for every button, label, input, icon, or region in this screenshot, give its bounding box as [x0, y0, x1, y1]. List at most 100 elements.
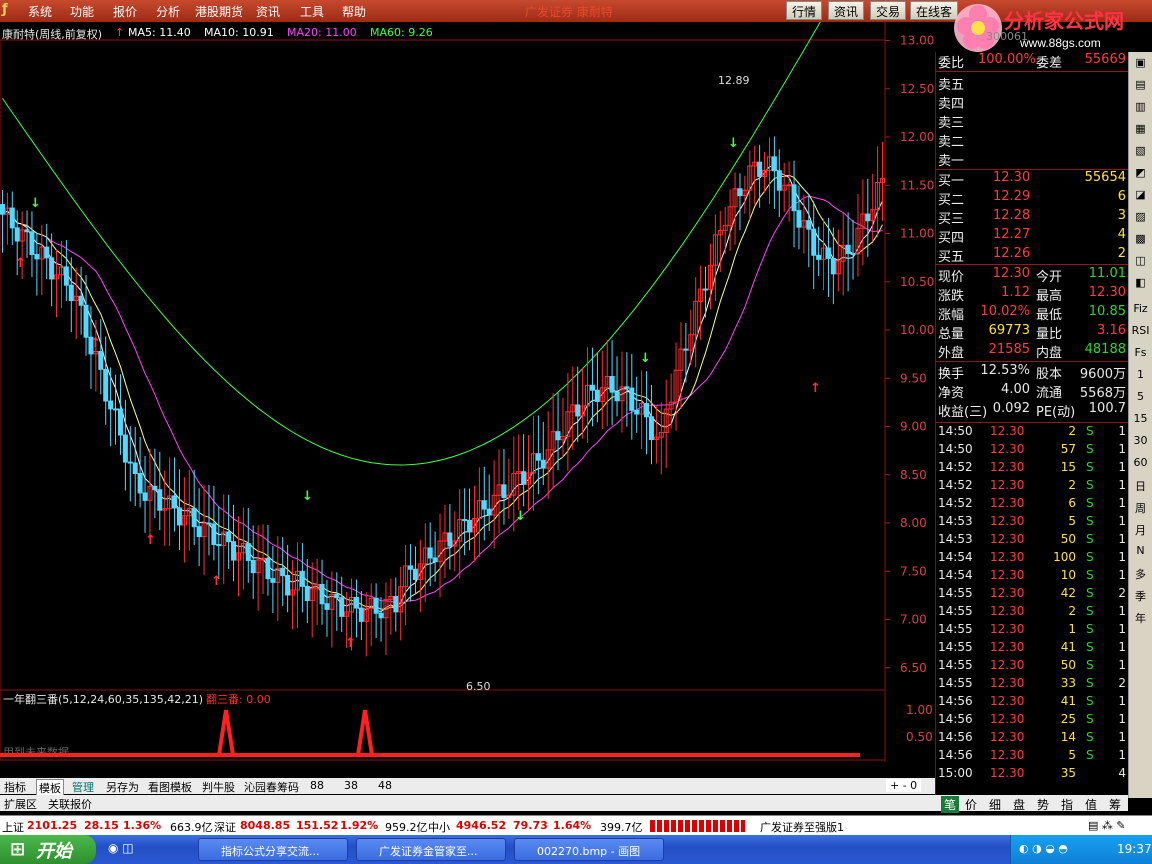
task-paint[interactable]: 002270.bmp - 画图	[514, 838, 664, 861]
stat-value: 21585	[988, 342, 1030, 357]
toolbar-tool-icon[interactable]: ▨	[1131, 210, 1150, 228]
toolbar-period-button[interactable]: Fs	[1131, 346, 1150, 364]
indicator-tab[interactable]: 沁园春筹码	[242, 779, 301, 795]
toolbar-period-button[interactable]: 5	[1131, 390, 1150, 408]
candle-body	[68, 284, 74, 302]
indicator-tab[interactable]: 判牛股	[200, 779, 237, 795]
toolbar-tool-icon[interactable]: ◧	[1131, 276, 1150, 294]
toolbar-period-button[interactable]: 30	[1131, 434, 1150, 452]
toolbar-tool-icon[interactable]: ◩	[1131, 166, 1150, 184]
toolbar-tool-icon[interactable]: ◪	[1131, 188, 1150, 206]
buy-row[interactable]: 买三 12.28 3	[938, 208, 1128, 227]
right-panel-tab[interactable]: 指	[1061, 796, 1073, 813]
indicator-tab[interactable]: 48	[376, 779, 394, 792]
right-panel-tab[interactable]: 势	[1037, 796, 1049, 813]
toolbar-tool-icon[interactable]: ▣	[1131, 56, 1150, 74]
right-panel-tab[interactable]: 价	[965, 796, 977, 813]
buy-volume: 3	[1117, 208, 1126, 223]
right-panel-tab[interactable]: 笔	[941, 796, 960, 813]
toolbar-tool-icon[interactable]: ▦	[1131, 122, 1150, 140]
indicator-tab[interactable]: 38	[342, 779, 360, 792]
indicator-tab[interactable]: 指标	[2, 779, 28, 795]
candle-body	[535, 453, 541, 461]
tray-icons[interactable]: ◐ ◑ ◒ ◓	[1019, 842, 1068, 855]
tick-time: 14:55	[938, 640, 973, 654]
tick-price: 12.30	[990, 622, 1025, 636]
price-tick-label: 7.50	[900, 564, 927, 578]
weibi-label: 委比	[938, 56, 965, 71]
toolbar-tool-icon[interactable]: ◫	[1131, 254, 1150, 272]
candle-body	[122, 434, 128, 463]
tick-count: 1	[1118, 478, 1126, 492]
buy-price: 12.30	[993, 170, 1031, 185]
tick-side: S	[1086, 586, 1094, 600]
toolbar-tool-icon[interactable]: ▥	[1131, 100, 1150, 118]
tick-row: 14:54 12.30 100 S 1	[938, 550, 1128, 568]
toolbar-period-button[interactable]: 60	[1131, 456, 1150, 474]
toolbar-period-button[interactable]: 多	[1131, 566, 1150, 584]
candle-body	[113, 408, 119, 411]
candle-body	[462, 519, 468, 522]
tick-count: 1	[1118, 568, 1126, 582]
extension-tab[interactable]: 关联报价	[46, 796, 94, 812]
toolbar-period-button[interactable]: 月	[1131, 522, 1150, 540]
right-panel-tab[interactable]: 盘	[1013, 796, 1025, 813]
sz-change: 151.52	[296, 819, 339, 832]
tick-price: 12.30	[990, 604, 1025, 618]
toolbar-tool-icon[interactable]: ▤	[1131, 78, 1150, 96]
price-tick-label: 11.50	[900, 178, 934, 192]
signal-arrow-icon: ↑	[90, 336, 101, 351]
buy-volume: 55654	[1084, 170, 1126, 185]
tick-price: 12.30	[990, 748, 1025, 762]
indicator-tab[interactable]: 管理	[70, 779, 96, 795]
start-button[interactable]: ⊞ 开始	[0, 835, 96, 864]
tick-row: 14:50 12.30 57 S 1	[938, 442, 1128, 460]
indicator-tab[interactable]: 看图模板	[146, 779, 194, 795]
candle-body	[850, 252, 856, 255]
right-toolbar: ▣ ▤ ▥ ▦ ▧ ◩ ◪ ▨ ▩ ◫ ◧ Fiz RSI Fs 1 5 15 30 60 日周月 N 多季年	[1128, 52, 1152, 798]
tick-count: 1	[1118, 658, 1126, 672]
stat-label: 量比	[1036, 327, 1063, 342]
kline-chart[interactable]: ↓ ↑ ↑ ↑ ↑ ↓ ↑ ↓ ↓ ↓ ↑ 12.89 6.50 13.00 12.50 12.00 11.5…	[0, 22, 935, 762]
tick-price: 12.30	[990, 712, 1025, 726]
toolbar-period-button[interactable]: 15	[1131, 412, 1150, 430]
indicator-spike	[356, 709, 374, 756]
price-frame	[0, 39, 886, 691]
task-forum[interactable]: 指标公式分享交流...	[198, 838, 348, 861]
candle-body	[575, 404, 581, 417]
right-panel-tab[interactable]: 值	[1085, 796, 1097, 813]
candle-body	[624, 386, 630, 389]
right-panel-tab[interactable]: 细	[989, 796, 1001, 813]
candle-body	[408, 565, 414, 570]
toolbar-period-button[interactable]: RSI	[1131, 324, 1150, 342]
buy-row[interactable]: 买五 12.26 2	[938, 246, 1128, 265]
stat-value: 0.092	[992, 401, 1030, 416]
toolbar-period-button[interactable]: 季	[1131, 588, 1150, 606]
toolbar-period-button[interactable]: N	[1131, 544, 1150, 562]
buy-row[interactable]: 买二 12.29 6	[938, 189, 1128, 208]
candle-body	[811, 228, 817, 256]
right-panel-tab[interactable]: 筹	[1109, 796, 1121, 813]
toolbar-tool-icon[interactable]: ▩	[1131, 232, 1150, 250]
task-broker[interactable]: 广发证券金管家至...	[356, 838, 506, 861]
tick-side: S	[1086, 424, 1094, 438]
sh-pct: 1.36%	[123, 819, 162, 832]
buy-row[interactable]: 买四 12.27 4	[938, 227, 1128, 246]
tick-time: 14:55	[938, 658, 973, 672]
toolbar-period-button[interactable]: 1	[1131, 368, 1150, 386]
toolbar-period-button[interactable]: 周	[1131, 500, 1150, 518]
toolbar-period-button[interactable]: 日	[1131, 478, 1150, 496]
candle-body	[393, 595, 399, 613]
toolbar-period-button[interactable]: Fiz	[1131, 302, 1150, 320]
extension-tab[interactable]: 扩展区	[2, 796, 39, 812]
indicator-tab[interactable]: 88	[308, 779, 326, 792]
candle-body	[757, 161, 763, 178]
indicator-tab[interactable]: 另存为	[104, 779, 141, 795]
toolbar-period-button[interactable]: 年	[1131, 610, 1150, 628]
sell-row: 卖二	[938, 131, 1128, 150]
clock: 19:37	[1117, 842, 1152, 856]
buy-row[interactable]: 买一 12.30 55654	[938, 170, 1128, 189]
toolbar-tool-icon[interactable]: ▧	[1131, 144, 1150, 162]
quicklaunch-icons[interactable]: ◉ ◫	[108, 841, 134, 855]
zoom-controls[interactable]: + - 0	[886, 779, 922, 792]
